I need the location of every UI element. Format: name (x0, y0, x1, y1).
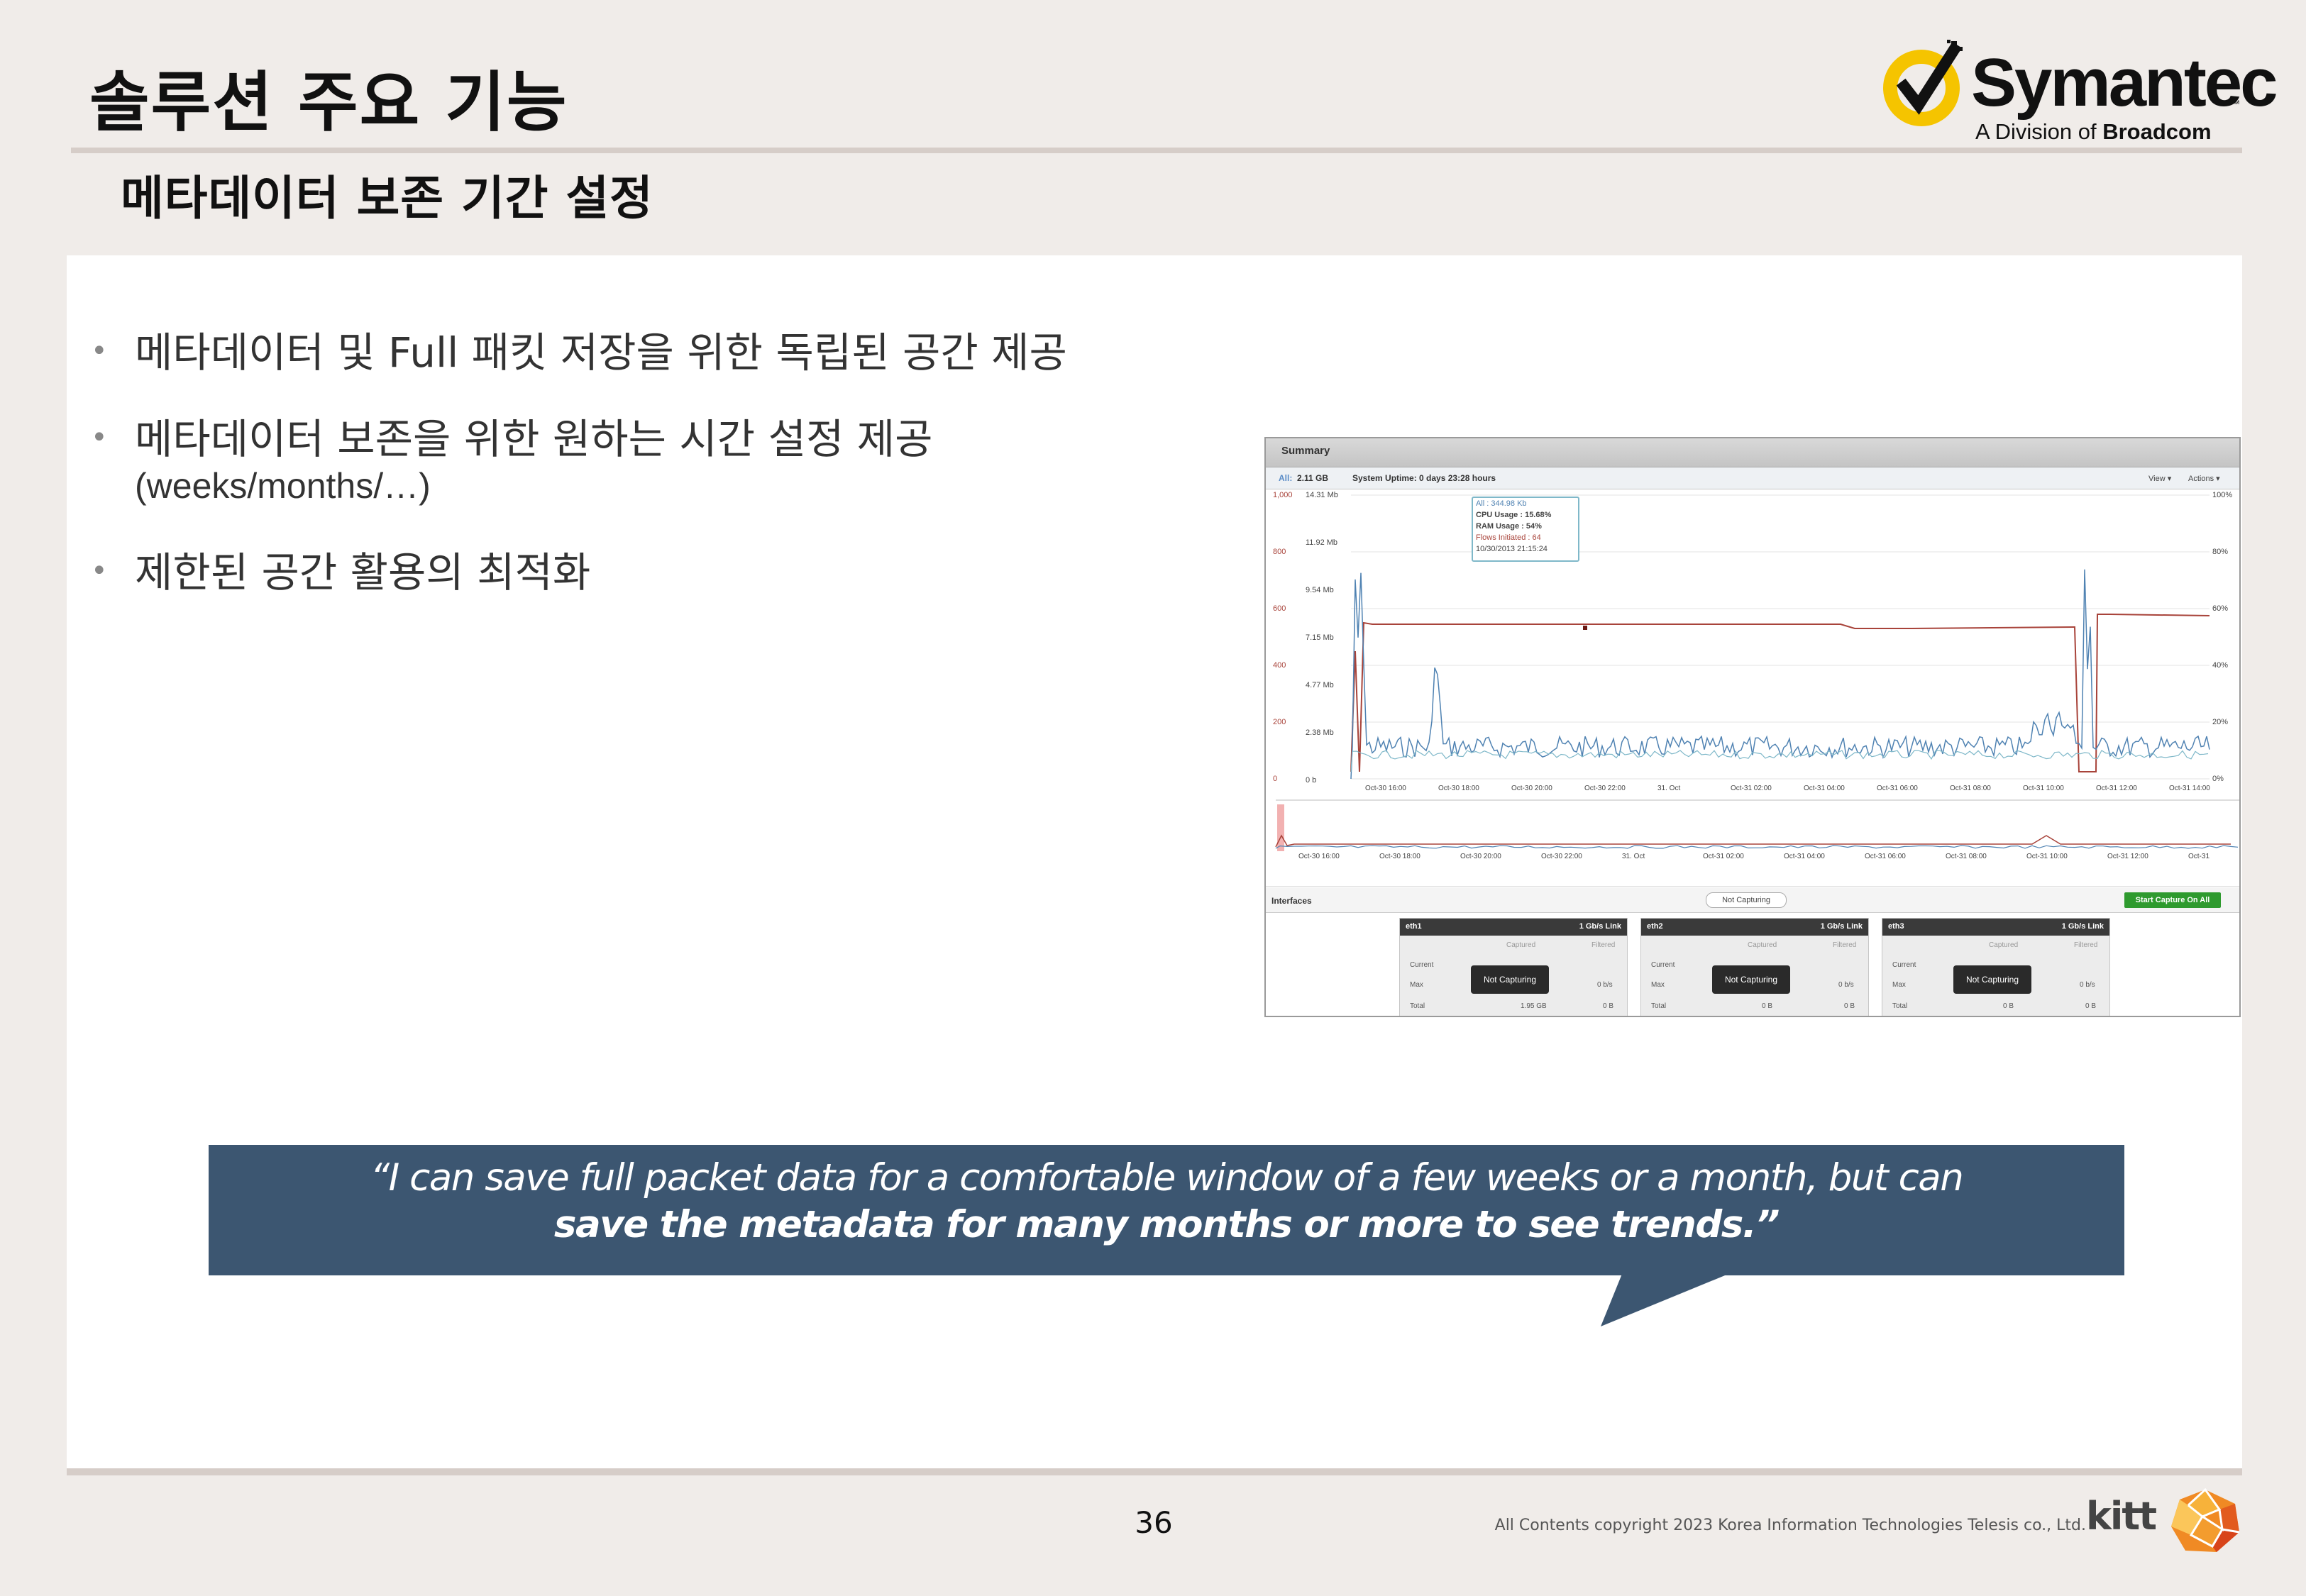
bullet-dot: • (91, 555, 108, 587)
start-capture-button[interactable]: Start Capture On All (2124, 892, 2221, 908)
not-capturing-button[interactable]: Not Capturing (1953, 965, 2031, 994)
kitt-wordmark: kitt (2086, 1494, 2157, 1539)
filtered-header: Filtered (1591, 941, 1616, 949)
interface-name: eth1 (1406, 922, 1422, 931)
max-value: 0 b/s (1597, 981, 1613, 989)
quote-line-1: “I can save full packet data for a comfo… (370, 1156, 1964, 1199)
not-capturing-button[interactable]: Not Capturing (1712, 965, 1790, 994)
page-number: 36 (1135, 1505, 1173, 1540)
callout-tail (1601, 1274, 1728, 1326)
mini-overview-series (1275, 834, 2231, 848)
content-divider (67, 1468, 2242, 1475)
quote-text: “I can save full packet data for a comfo… (209, 1155, 2124, 1248)
total-filtered-value: 0 B (1844, 1002, 1855, 1010)
interface-card-eth2: eth2 1 Gb/s Link Captured Filtered Current Ma… (1640, 918, 1869, 1016)
slide-subtitle: 메타데이터 보존 기간 설정 (121, 171, 653, 226)
current-label: Current (1892, 961, 1916, 969)
trademark-mark: ™ (2230, 98, 2240, 109)
symantec-logo: Symantec ™ A Division of Broadcom (1880, 40, 2278, 146)
interface-link-speed: 1 Gb/s Link (1579, 922, 1621, 931)
captured-header: Captured (1506, 941, 1536, 949)
title-divider (71, 148, 2242, 153)
mini-chart-selection (1277, 804, 1284, 851)
captured-header: Captured (1748, 941, 1777, 949)
interface-header: eth1 1 Gb/s Link (1400, 919, 1627, 936)
total-label: Total (1892, 1002, 1908, 1010)
captured-header: Captured (1989, 941, 2019, 949)
bullet-text: 메타데이터 및 Full 패킷 저장을 위한 독립된 공간 제공 (135, 328, 1067, 377)
dashboard-screenshot: Summary All: 2.11 GB System Uptime: 0 da… (1264, 437, 2241, 1017)
bullet-dot: • (91, 335, 108, 367)
kitt-logo-icon (2171, 1488, 2240, 1552)
interfaces-label: Interfaces (1271, 896, 1312, 906)
bullet-text-line2: (weeks/months/…) (135, 466, 431, 506)
symantec-wordmark: Symantec (1971, 45, 2278, 121)
all-traffic-series (1350, 569, 2210, 780)
slide-title: 솔루션 주요 기능 (89, 65, 568, 140)
quote-line-2: save the metadata for many months or mor… (553, 1203, 1780, 1246)
interfaces-bar: Interfaces Not Capturing Start Capture O… (1266, 888, 2239, 913)
total-captured-value: 0 B (1762, 1002, 1773, 1010)
bullet-dot: • (91, 421, 108, 454)
interface-link-speed: 1 Gb/s Link (2061, 922, 2104, 931)
not-capturing-button[interactable]: Not Capturing (1471, 965, 1549, 994)
total-filtered-value: 0 B (2085, 1002, 2097, 1010)
current-label: Current (1410, 961, 1434, 969)
max-label: Max (1892, 981, 1906, 989)
total-captured-value: 1.95 GB (1521, 1002, 1547, 1010)
tooltip-all: All : 344.98 Kb (1476, 499, 1527, 508)
chart-tooltip: All : 344.98 Kb CPU Usage : 15.68% RAM U… (1472, 497, 1579, 562)
hover-marker (1583, 626, 1587, 630)
division-line: A Division of Broadcom (1975, 119, 2212, 145)
division-brand: Broadcom (2102, 119, 2212, 144)
mini-overview-series-blue (1275, 845, 2239, 849)
filtered-header: Filtered (2074, 941, 2098, 949)
total-filtered-value: 0 B (1603, 1002, 1614, 1010)
interface-name: eth2 (1647, 922, 1663, 931)
total-label: Total (1651, 1002, 1667, 1010)
interface-card-eth3: eth3 1 Gb/s Link Captured Filtered Current Ma… (1882, 918, 2110, 1016)
tooltip-time: 10/30/2013 21:15:24 (1476, 545, 1548, 553)
not-capturing-status-pill: Not Capturing (1706, 892, 1787, 908)
tooltip-ram: RAM Usage : 54% (1476, 522, 1542, 531)
symantec-check-icon (1883, 40, 1963, 126)
bullet-text: 메타데이터 보존을 위한 원하는 시간 설정 제공 (135, 415, 933, 463)
current-label: Current (1651, 961, 1675, 969)
filtered-header: Filtered (1833, 941, 1857, 949)
bullet-text: 제한된 공간 활용의 최적화 (135, 548, 591, 597)
max-value: 0 b/s (2080, 981, 2095, 989)
interface-link-speed: 1 Gb/s Link (1820, 922, 1863, 931)
max-label: Max (1651, 981, 1665, 989)
interface-card-eth1: eth1 1 Gb/s Link Captured Filtered Current Ma… (1399, 918, 1628, 1016)
interface-header: eth2 1 Gb/s Link (1641, 919, 1868, 936)
total-label: Total (1410, 1002, 1425, 1010)
tooltip-flows: Flows Initiated : 64 (1476, 533, 1541, 542)
tooltip-cpu: CPU Usage : 15.68% (1476, 511, 1552, 519)
copyright-notice: All Contents copyright 2023 Korea Inform… (1494, 1517, 2086, 1534)
ram-usage-series (1350, 614, 2210, 772)
interface-name: eth3 (1888, 922, 1904, 931)
max-value: 0 b/s (1838, 981, 1854, 989)
division-prefix: A Division of (1975, 119, 2103, 144)
max-label: Max (1410, 981, 1423, 989)
interface-header: eth3 1 Gb/s Link (1882, 919, 2109, 936)
total-captured-value: 0 B (2003, 1002, 2014, 1010)
